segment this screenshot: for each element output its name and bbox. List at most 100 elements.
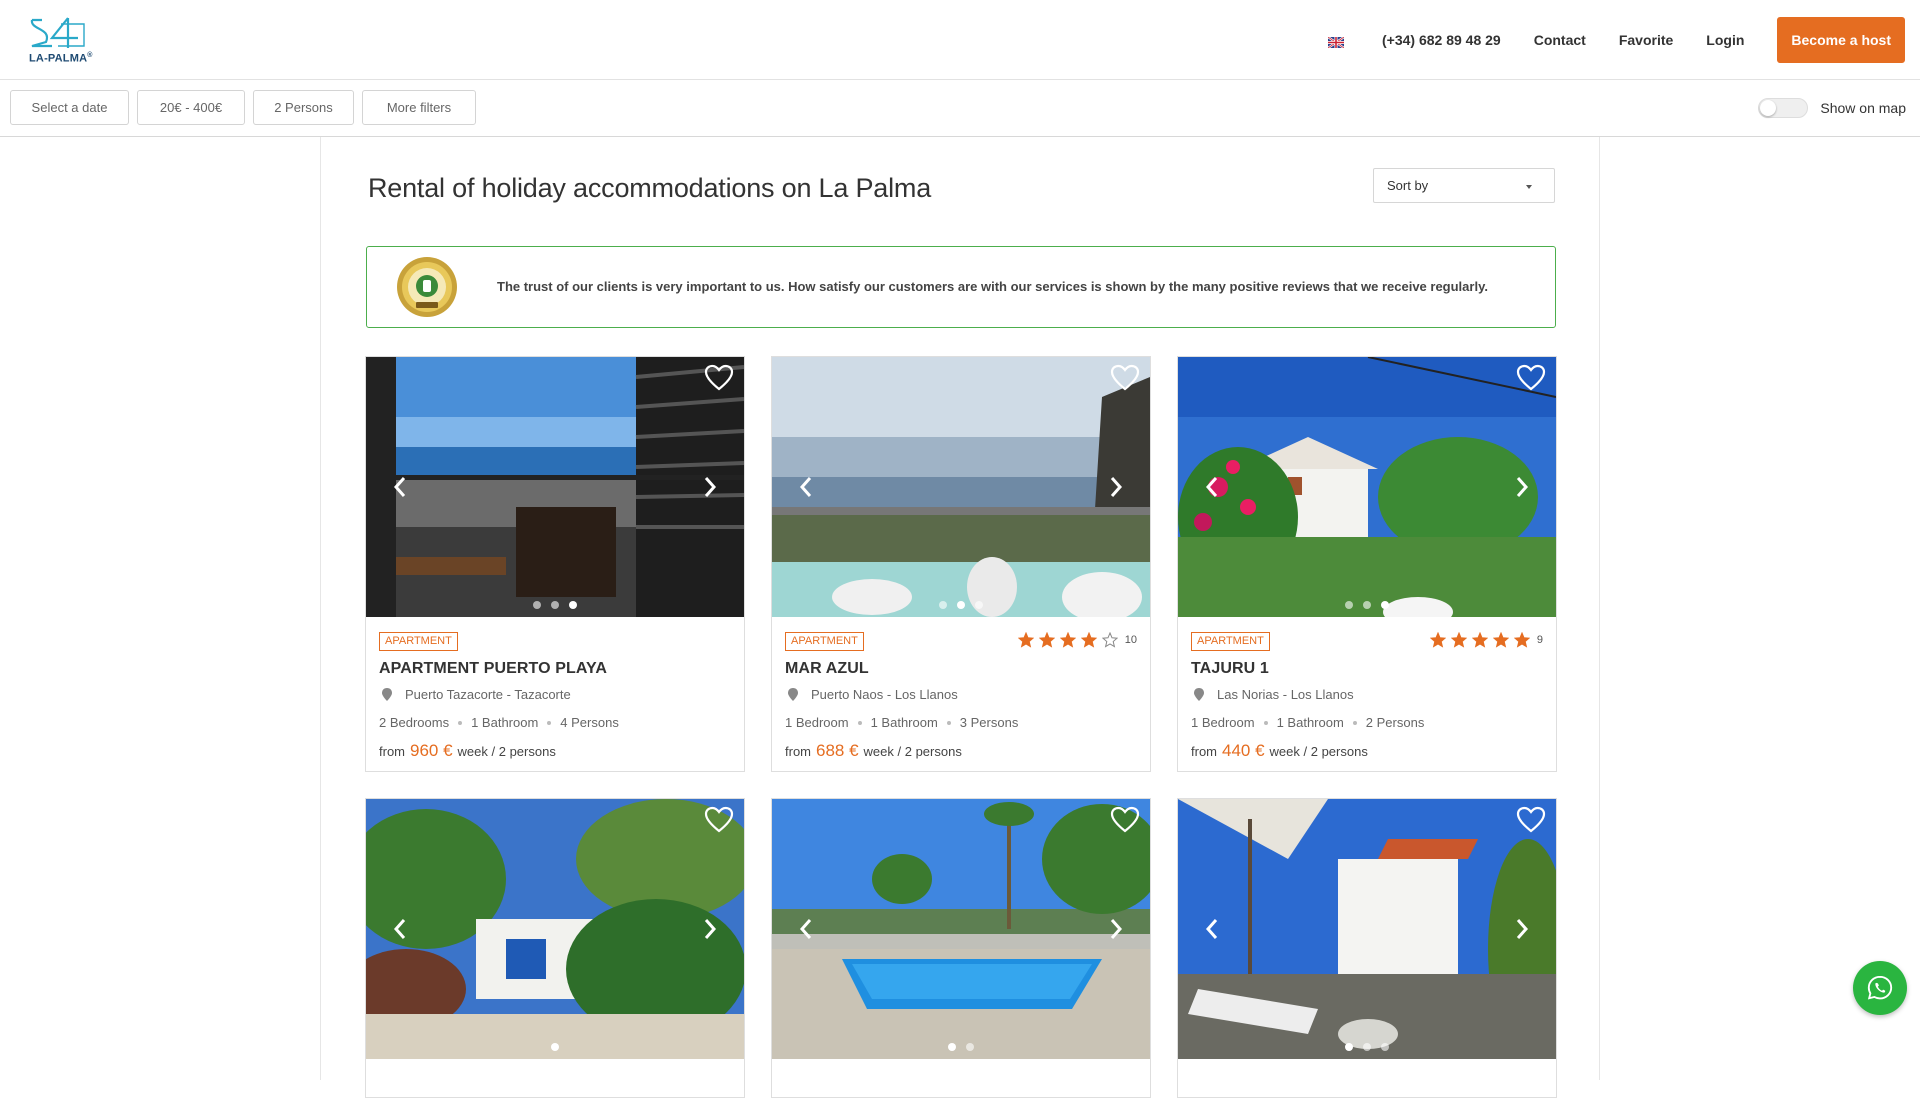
next-photo-icon[interactable]: [702, 475, 718, 499]
property-type-badge: APARTMENT: [379, 632, 458, 651]
carousel-dot[interactable]: [975, 601, 983, 609]
listing-photo[interactable]: [366, 799, 744, 1059]
photo-dots: [772, 1043, 1150, 1051]
next-photo-icon[interactable]: [1514, 917, 1530, 941]
listing-title[interactable]: TAJURU 1: [1191, 660, 1543, 678]
listing-card[interactable]: [365, 798, 745, 1098]
listing-title[interactable]: APARTMENT PUERTO PLAYA: [379, 660, 731, 678]
previous-photo-icon[interactable]: [392, 475, 408, 499]
top-nav: (+34) 682 89 48 29 Contact Favorite Logi…: [1327, 17, 1905, 63]
listing-photo[interactable]: [772, 799, 1150, 1059]
previous-photo-icon[interactable]: [392, 917, 408, 941]
separator-dot: [946, 720, 951, 725]
carousel-dot[interactable]: [551, 601, 559, 609]
show-on-map-toggle[interactable]: Show on map: [1758, 98, 1906, 118]
persons-filter-button[interactable]: 2 Persons: [253, 90, 354, 125]
star-rating: 9: [1425, 632, 1543, 648]
star-filled-icon: [1450, 632, 1467, 648]
map-switch[interactable]: [1758, 98, 1809, 118]
star-filled-icon: [1429, 632, 1446, 648]
photo-dots: [772, 601, 1150, 609]
favorite-link[interactable]: Favorite: [1619, 32, 1673, 48]
bathrooms: 1 Bathroom: [471, 715, 539, 730]
more-filters-button[interactable]: More filters: [362, 90, 476, 125]
listing-card[interactable]: [1177, 798, 1557, 1098]
next-photo-icon[interactable]: [1108, 917, 1124, 941]
date-filter-button[interactable]: Select a date: [10, 90, 129, 125]
carousel-dot[interactable]: [966, 1043, 974, 1051]
uk-flag-icon[interactable]: [1327, 35, 1345, 49]
carousel-dot[interactable]: [1381, 1043, 1389, 1051]
favorite-heart-icon[interactable]: [704, 364, 734, 392]
bedrooms: 1 Bedroom: [785, 715, 849, 730]
show-on-map-label: Show on map: [1820, 100, 1906, 116]
whatsapp-button[interactable]: [1853, 961, 1907, 1015]
persons: 4 Persons: [560, 715, 619, 730]
star-rating: 10: [1013, 632, 1137, 648]
listing-card[interactable]: APARTMENT 10 MAR AZUL Puerto Naos - Los …: [771, 356, 1151, 772]
next-photo-icon[interactable]: [1108, 475, 1124, 499]
property-type-badge: APARTMENT: [1191, 632, 1270, 651]
listing-card[interactable]: APARTMENT 9 TAJURU 1 Las Norias - Los Ll…: [1177, 356, 1557, 772]
location-pin-icon: [788, 688, 798, 701]
listing-title[interactable]: MAR AZUL: [785, 660, 1137, 678]
listing-photo-image: [772, 357, 1150, 617]
separator-dot: [857, 720, 862, 725]
listing-photo[interactable]: [1178, 357, 1556, 617]
carousel-dot[interactable]: [569, 601, 577, 609]
next-photo-icon[interactable]: [1514, 475, 1530, 499]
price-prefix: from: [1191, 744, 1217, 759]
photo-dots: [366, 1043, 744, 1051]
bedrooms: 2 Bedrooms: [379, 715, 450, 730]
carousel-dot[interactable]: [939, 601, 947, 609]
price-period: week / 2 persons: [1269, 744, 1368, 759]
carousel-dot[interactable]: [1363, 601, 1371, 609]
review-count: 10: [1124, 634, 1137, 646]
listing-photo-image: [772, 799, 1150, 1059]
listing-photo[interactable]: [1178, 799, 1556, 1059]
favorite-heart-icon[interactable]: [1516, 364, 1546, 392]
separator-dot: [458, 720, 463, 725]
listing-photo[interactable]: [772, 357, 1150, 617]
login-link[interactable]: Login: [1706, 32, 1744, 48]
star-filled-icon: [1017, 632, 1034, 648]
previous-photo-icon[interactable]: [1204, 475, 1220, 499]
previous-photo-icon[interactable]: [798, 475, 814, 499]
become-host-button[interactable]: Become a host: [1777, 17, 1905, 63]
carousel-dot[interactable]: [1381, 601, 1389, 609]
favorite-heart-icon[interactable]: [704, 806, 734, 834]
price-amount: 960 €: [410, 741, 453, 760]
carousel-dot[interactable]: [957, 601, 965, 609]
price-filter-button[interactable]: 20€ - 400€: [137, 90, 245, 125]
whatsapp-icon: [1867, 975, 1893, 1000]
star-filled-icon: [1471, 632, 1488, 648]
listing-photo-image: [1178, 799, 1556, 1059]
sort-select[interactable]: Sort by: [1373, 168, 1555, 203]
carousel-dot[interactable]: [533, 601, 541, 609]
listing-photo-image: [1178, 357, 1556, 617]
listing-card[interactable]: [771, 798, 1151, 1098]
carousel-dot[interactable]: [1345, 1043, 1353, 1051]
favorite-heart-icon[interactable]: [1516, 806, 1546, 834]
carousel-dot[interactable]: [1345, 601, 1353, 609]
contact-link[interactable]: Contact: [1534, 32, 1586, 48]
listing-photo[interactable]: [366, 357, 744, 617]
carousel-dot[interactable]: [551, 1043, 559, 1051]
location-text: Puerto Tazacorte - Tazacorte: [405, 687, 571, 702]
persons: 3 Persons: [959, 715, 1019, 730]
favorite-heart-icon[interactable]: [1110, 364, 1140, 392]
listing-specs: 2 Bedrooms 1 Bathroom 4 Persons: [379, 715, 731, 730]
star-filled-icon: [1492, 632, 1509, 648]
listing-info: APARTMENT 10 MAR AZUL Puerto Naos - Los …: [772, 617, 1150, 771]
previous-photo-icon[interactable]: [798, 917, 814, 941]
filter-bar: Select a date 20€ - 400€ 2 Persons More …: [0, 80, 1920, 137]
carousel-dot[interactable]: [948, 1043, 956, 1051]
listing-card[interactable]: APARTMENT APARTMENT PUERTO PLAYA Puerto …: [365, 356, 745, 772]
next-photo-icon[interactable]: [702, 917, 718, 941]
phone-link[interactable]: (+34) 682 89 48 29: [1382, 32, 1501, 48]
star-filled-icon: [1080, 632, 1097, 648]
star-filled-icon: [1513, 632, 1530, 648]
carousel-dot[interactable]: [1363, 1043, 1371, 1051]
previous-photo-icon[interactable]: [1204, 917, 1220, 941]
favorite-heart-icon[interactable]: [1110, 806, 1140, 834]
